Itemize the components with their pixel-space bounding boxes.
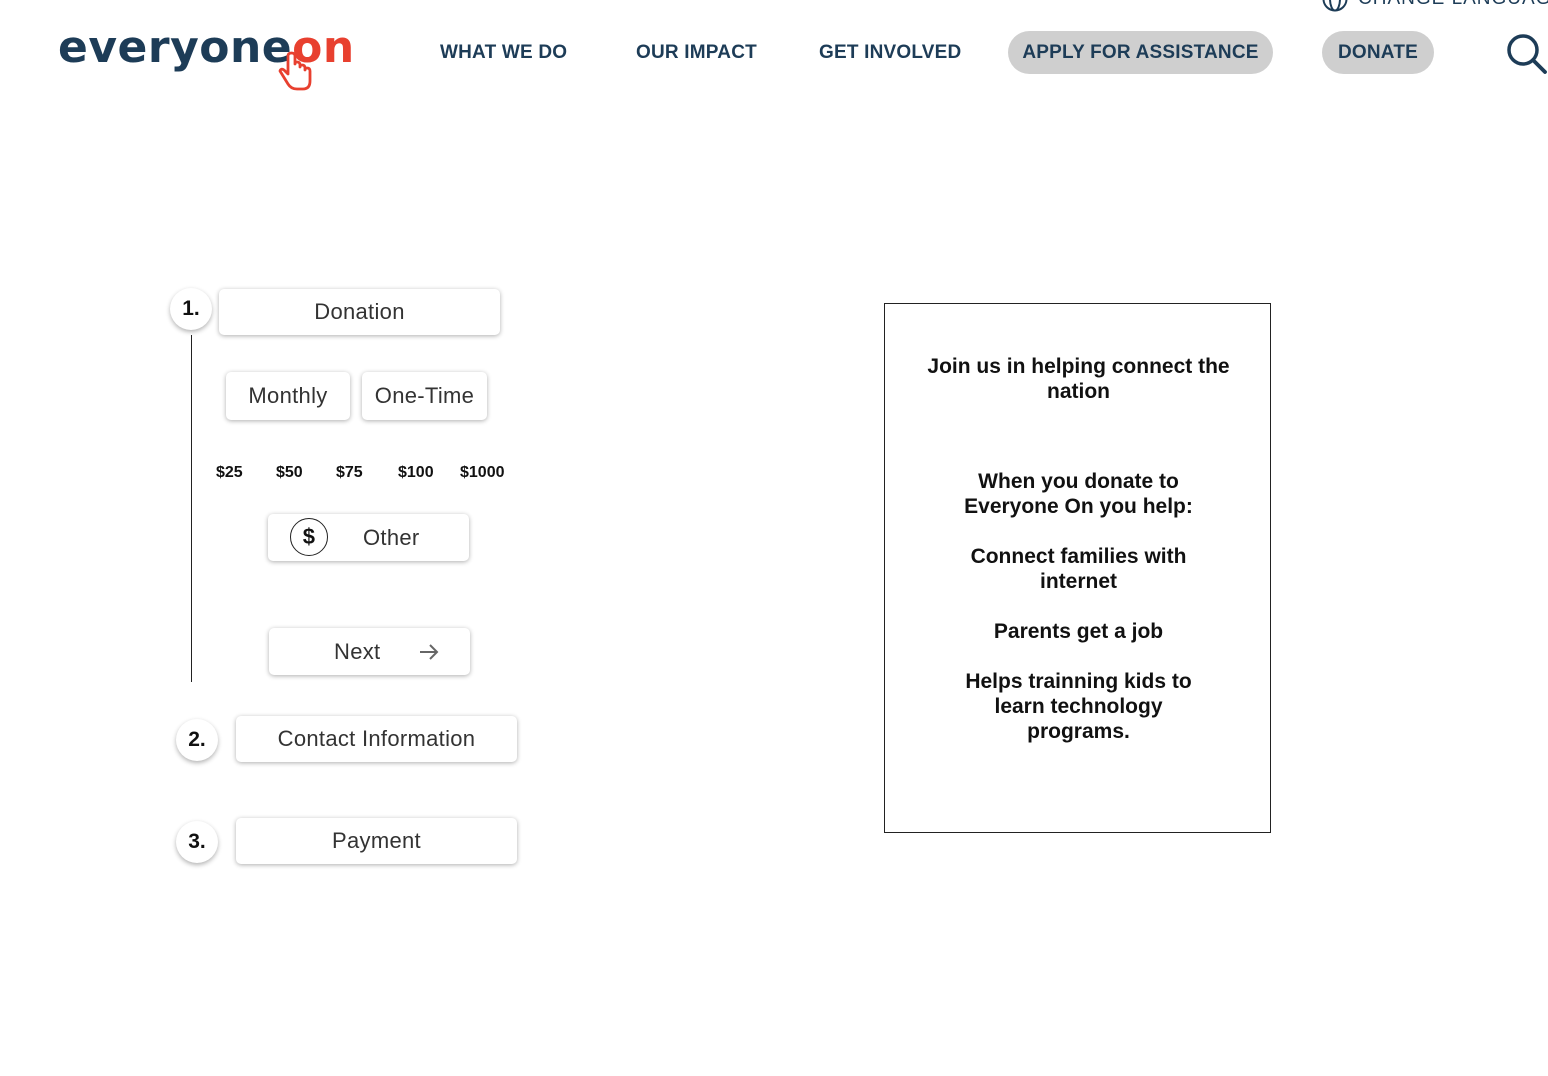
step-connector-line [191,335,192,682]
next-button[interactable]: Next [269,628,470,675]
nav-get-involved[interactable]: GET INVOLVED [819,40,961,66]
step-contact-information-button[interactable]: Contact Information [236,716,517,762]
amount-option-50[interactable]: $50 [276,464,303,482]
logo[interactable]: everyoneon [58,20,354,100]
step-number-3: 3. [176,821,218,863]
monthly-button[interactable]: Monthly [226,372,350,420]
step-donation-button[interactable]: Donation [219,289,500,335]
step-number-1: 1. [170,288,212,330]
search-icon [1507,34,1547,74]
amount-option-75[interactable]: $75 [336,464,363,482]
info-heading: Join us in helping connect the nation [927,355,1230,403]
next-label: Next [334,639,381,664]
step-number-2: 2. [176,719,218,761]
change-language-label: CHANGE LANGUAGE [1358,0,1548,10]
nav-our-impact[interactable]: OUR IMPACT [636,40,757,66]
change-language[interactable]: CHANGE LANGUAGE [1322,0,1548,12]
other-amount-label: Other [363,525,420,550]
amount-option-25[interactable]: $25 [216,464,243,482]
apply-for-assistance-button[interactable]: APPLY FOR ASSISTANCE [1008,31,1273,74]
logo-text-main: everyone [58,22,293,73]
one-time-button[interactable]: One-Time [362,372,487,420]
info-item-job: Parents get a job [993,620,1164,643]
arrow-right-icon [420,644,439,660]
other-amount-button[interactable]: $ Other [268,514,469,561]
dollar-icon: $ [290,518,328,556]
amount-option-1000[interactable]: $1000 [460,464,505,482]
info-item-internet: Connect families with internet [970,545,1187,593]
globe-icon [1322,0,1348,12]
pointer-hand-icon [278,51,312,91]
info-item-technology: Helps trainning kids to learn technology… [965,670,1192,743]
step-payment-button[interactable]: Payment [236,818,517,864]
donation-info-box: Join us in helping connect the nation Wh… [884,303,1271,833]
donate-button[interactable]: DONATE [1322,31,1434,74]
search-button[interactable] [1504,31,1548,75]
info-intro: When you donate to Everyone On you help: [964,470,1193,518]
nav-what-we-do[interactable]: WHAT WE DO [440,40,567,66]
amount-option-100[interactable]: $100 [398,464,434,482]
